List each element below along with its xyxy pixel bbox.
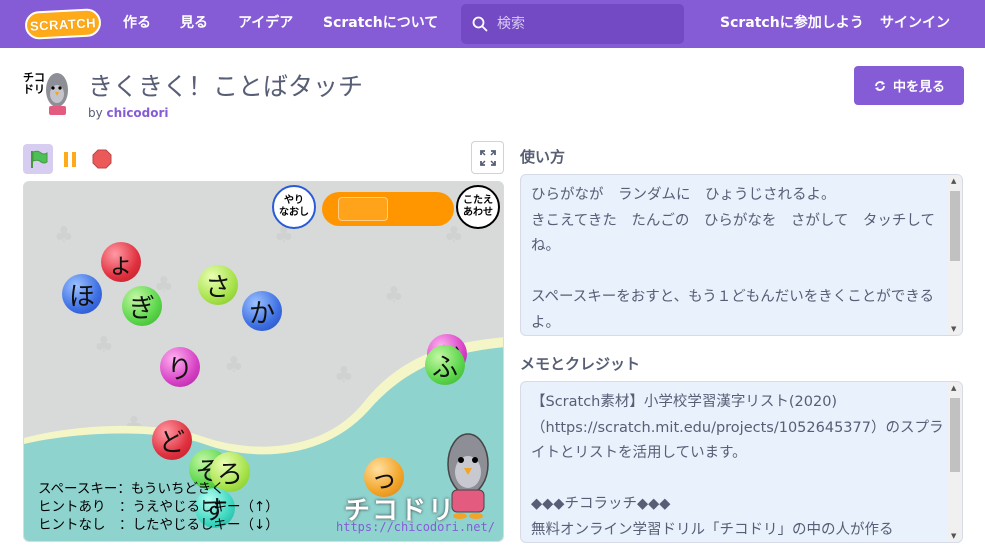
author-avatar[interactable]: チコ ドリ <box>22 68 72 118</box>
svg-text:♣: ♣ <box>54 223 74 248</box>
keyboard-help-text: スペースキー：もういちどきく ヒントあり ：うえやじるしキー（↑） ヒントなし … <box>38 481 279 533</box>
nav-link-explore[interactable]: 見る <box>180 0 208 48</box>
stop-icon <box>92 149 112 169</box>
stop-button[interactable] <box>87 144 117 174</box>
search-icon <box>472 16 488 32</box>
notes-scrollbar[interactable]: ▲ ▼ <box>948 382 962 542</box>
letter-ball[interactable]: ふ <box>425 345 465 385</box>
letter-ball[interactable]: ほ <box>62 274 102 314</box>
notes-box[interactable]: 【Scratch素材】小学校学習漢字リスト(2020)（https://scra… <box>520 381 963 543</box>
letter-ball[interactable]: ょ <box>101 242 141 282</box>
svg-text:♣: ♣ <box>334 363 354 388</box>
project-stage[interactable]: ♣ ♣ ♣ ♣ ♣ ♣ ♣ ♣ ♣ やり なおし こたえ あわせ ほ ょ ぎ さ か り ど… <box>23 181 504 542</box>
instructions-heading: 使い方 <box>520 148 566 166</box>
notes-heading: メモとクレジット <box>520 355 641 373</box>
join-link[interactable]: Scratchに参加しよう <box>720 0 864 48</box>
fullscreen-icon <box>479 149 496 166</box>
green-flag-button[interactable] <box>23 144 53 174</box>
letter-ball[interactable]: さ <box>198 265 238 305</box>
project-byline: by chicodori <box>88 106 169 120</box>
svg-text:♣: ♣ <box>444 223 464 248</box>
nav-link-create[interactable]: 作る <box>123 0 151 48</box>
scroll-thumb[interactable] <box>950 398 960 472</box>
scroll-down-icon[interactable]: ▼ <box>951 325 956 333</box>
scroll-up-icon[interactable]: ▲ <box>951 177 956 185</box>
project-title: きくきく！ことばタッチ <box>88 72 364 101</box>
pause-icon <box>64 152 76 167</box>
byline-by: by <box>88 106 103 120</box>
signin-link[interactable]: サインイン <box>880 0 950 48</box>
nav-link-about[interactable]: Scratchについて <box>323 0 438 48</box>
letter-ball[interactable]: ど <box>152 420 192 460</box>
letter-ball[interactable]: り <box>160 347 200 387</box>
remix-arrows-icon <box>874 80 885 91</box>
scratch-logo[interactable]: SCRATCH <box>24 8 102 40</box>
letter-ball[interactable]: か <box>242 291 282 331</box>
scroll-up-icon[interactable]: ▲ <box>951 384 956 392</box>
search-box[interactable] <box>461 4 684 44</box>
author-link[interactable]: chicodori <box>107 106 169 120</box>
see-inside-label: 中を見る <box>892 80 945 95</box>
brand-url[interactable]: https://chicodori.net/ <box>336 520 495 534</box>
svg-text:ドリ: ドリ <box>23 83 45 96</box>
see-inside-button[interactable]: 中を見る <box>854 66 964 105</box>
svg-text:♣: ♣ <box>224 353 244 378</box>
retry-button[interactable]: やり なおし <box>272 185 316 229</box>
chicodori-avatar-icon: チコ ドリ <box>22 68 72 118</box>
pause-button[interactable] <box>55 144 85 174</box>
svg-text:♣: ♣ <box>94 333 114 358</box>
scroll-down-icon[interactable]: ▼ <box>951 532 956 540</box>
check-answer-label: こたえ あわせ <box>463 195 493 218</box>
svg-text:♣: ♣ <box>384 283 404 308</box>
answer-field <box>338 197 388 221</box>
green-flag-icon <box>31 150 48 168</box>
instructions-text: ひらがなが ランダムに ひょうじされるよ。 きこえてきた たんごの ひらがなを … <box>531 187 935 331</box>
search-input[interactable] <box>497 4 677 44</box>
nav-link-ideas[interactable]: アイデア <box>238 0 293 48</box>
instructions-box[interactable]: ひらがなが ランダムに ひょうじされるよ。 きこえてきた たんごの ひらがなを … <box>520 174 963 336</box>
check-answer-button[interactable]: こたえ あわせ <box>456 185 500 229</box>
fullscreen-button[interactable] <box>471 141 504 174</box>
top-nav: SCRATCH 作る 見る アイデア Scratchについて Scratchに参… <box>0 0 985 48</box>
retry-label: やり なおし <box>279 195 309 218</box>
scroll-thumb[interactable] <box>950 191 960 261</box>
instructions-scrollbar[interactable]: ▲ ▼ <box>948 175 962 335</box>
letter-ball[interactable]: ぎ <box>122 286 162 326</box>
notes-text: 【Scratch素材】小学校学習漢字リスト(2020)（https://scra… <box>531 394 944 538</box>
